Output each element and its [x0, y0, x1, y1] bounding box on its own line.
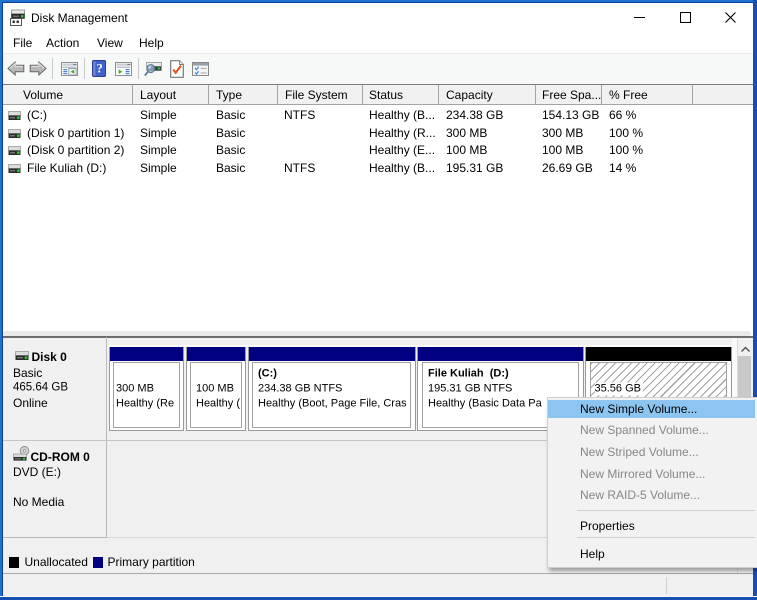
svg-text:?: ?	[96, 62, 102, 76]
